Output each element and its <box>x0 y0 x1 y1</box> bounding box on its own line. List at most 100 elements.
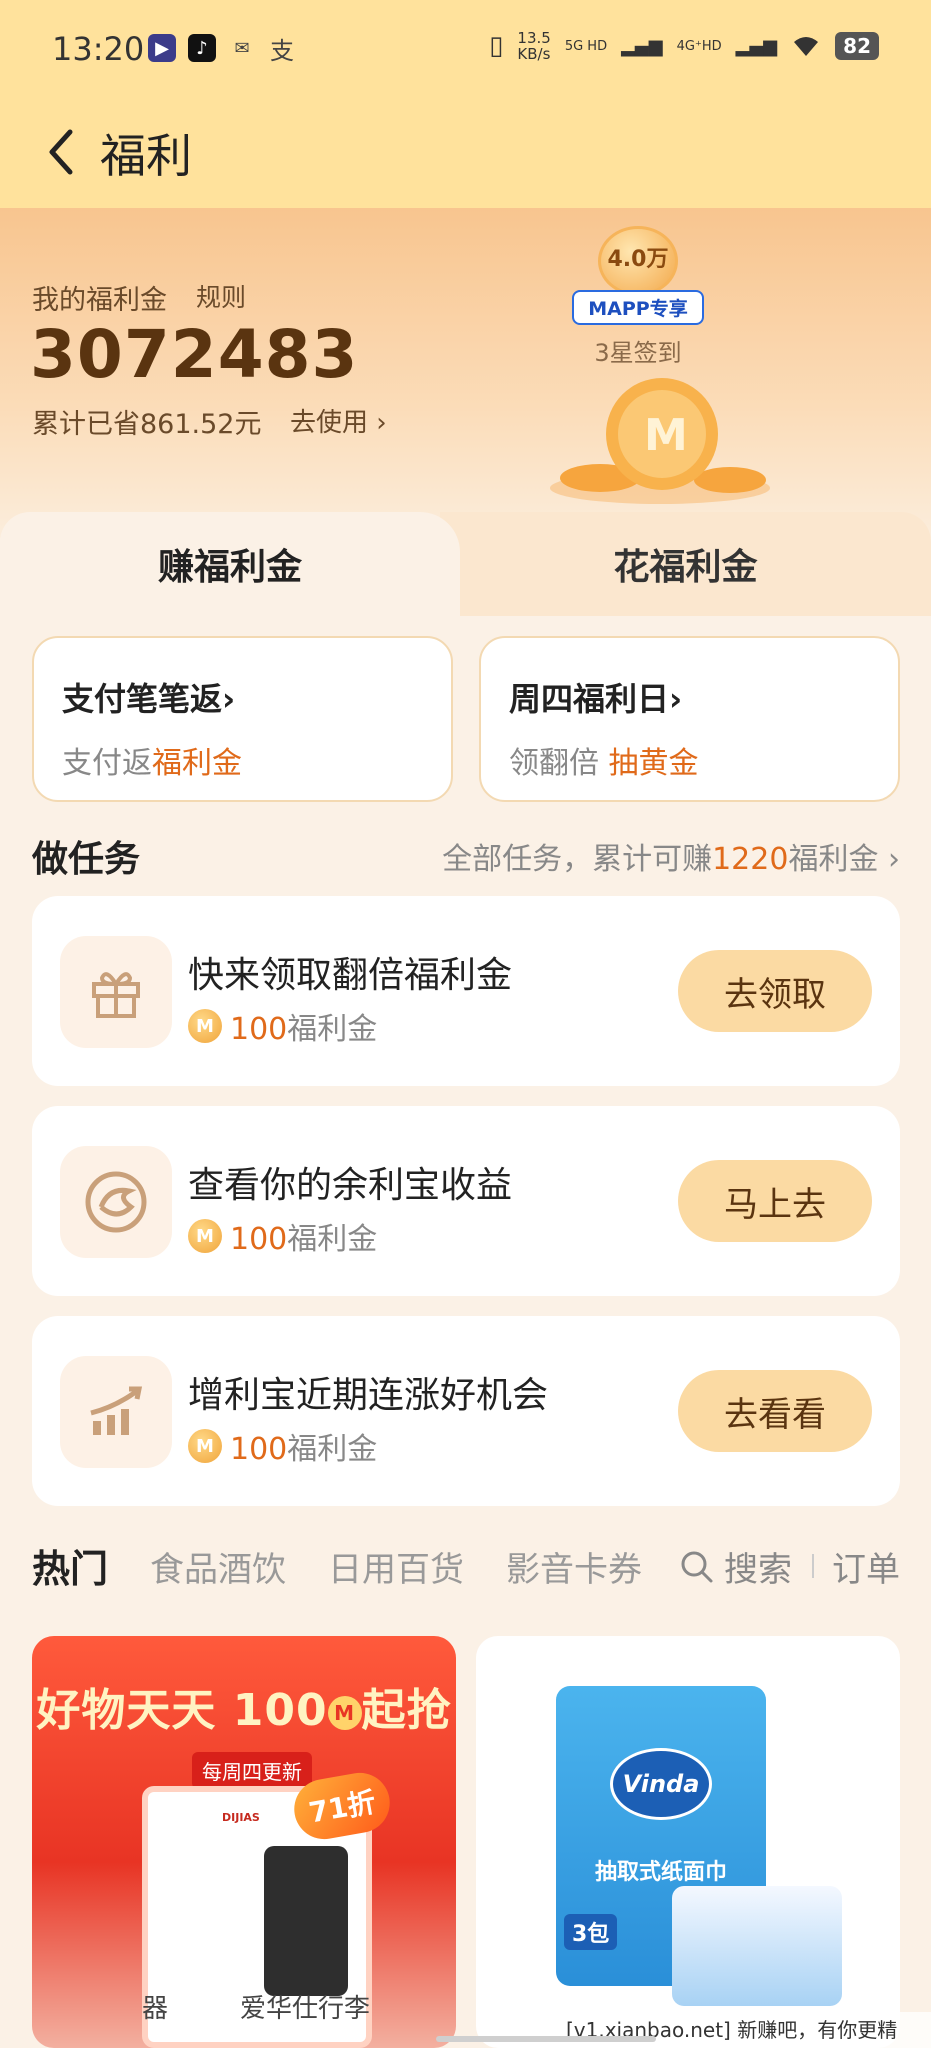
promo-card-title: 周四福利日› <box>509 674 870 720</box>
rule-link[interactable]: 规则 <box>196 278 246 314</box>
status-right: ▯ 13.5 KB/s 5G HD ▂▄▆ 4G⁺HD ▂▄▆ 82 <box>489 30 879 62</box>
task-reward-amount: 100 <box>230 1222 288 1257</box>
welfare-hero: 我的福利金 规则 3072483 累计已省861.52元 去使用 › 4.0万 … <box>0 208 931 538</box>
promo-banner-suffix: 起抢 <box>361 1685 452 1736</box>
tab-earn[interactable]: 赚福利金 <box>0 512 460 616</box>
category-tab-media[interactable]: 影音卡券 <box>506 1542 642 1591</box>
alipay-icon: 支 <box>270 36 294 65</box>
category-tabs: 热门 食品酒饮 日用百货 影音卡券 搜索 订单 <box>0 1522 931 1612</box>
task-reward-text: 100福利金 <box>230 1214 377 1258</box>
task-name: 快来领取翻倍福利金 <box>188 955 513 996</box>
tissue-label: 抽取式纸面巾 <box>594 1860 727 1885</box>
wifi-icon <box>794 37 819 56</box>
category-tab-hot[interactable]: 热门 <box>32 1538 108 1593</box>
notification-icons: ▶ ♪ ✉ 支 <box>148 34 296 65</box>
chevron-right-icon: › <box>222 680 236 718</box>
tab-spend[interactable]: 花福利金 <box>440 512 931 616</box>
task-name: 查看你的余利宝收益 <box>188 1165 513 1206</box>
product-card-promo[interactable]: 好物天天 100 M 起抢 每周四更新 DIJIAS 71折 器 爱华仕行李 <box>32 1636 456 2048</box>
m-logo-icon: M <box>588 298 608 320</box>
promo-card-title-text: 支付笔笔返 <box>62 680 223 718</box>
tasks-header: 做任务 全部任务，累计可赚1220福利金 › <box>32 826 900 882</box>
page-title: 福利 <box>100 129 192 183</box>
weekly-update-tag: 每周四更新 <box>192 1752 312 1789</box>
product-caption-left: 器 <box>142 1994 169 2024</box>
promo-banner-title: 好物天天 100 M 起抢 <box>32 1674 456 1738</box>
m-coin-icon: M <box>327 1696 362 1730</box>
promo-card-title: 支付笔笔返› <box>62 674 423 720</box>
coin-icon: M <box>188 1219 222 1253</box>
task-reward-amount: 100 <box>230 1012 288 1047</box>
media-app-icon: ▶ <box>148 34 176 62</box>
all-tasks-suffix: 福利金 <box>788 842 879 877</box>
welfare-tabs: 花福利金 赚福利金 <box>0 512 931 616</box>
task-reward-unit: 福利金 <box>287 1432 378 1467</box>
brand-logo: DIJIAS <box>222 1811 260 1824</box>
tasks-title: 做任务 <box>32 839 141 880</box>
status-bar: 13:20 ▶ ♪ ✉ 支 ▯ 13.5 KB/s 5G HD ▂▄▆ 4G⁺H… <box>0 0 931 100</box>
signal-5g: 5G HD <box>564 38 608 54</box>
chevron-right-icon: › <box>878 842 900 877</box>
trend-up-icon <box>60 1356 172 1468</box>
promo-card-sub: 支付返福利金 <box>62 738 423 782</box>
task-item: 快来领取翻倍福利金 M 100福利金 去领取 <box>32 896 900 1086</box>
all-tasks-link[interactable]: 全部任务，累计可赚1220福利金 › <box>442 834 900 878</box>
promo-cards: 支付笔笔返› 支付返福利金 周四福利日› 领翻倍 抽黄金 <box>32 636 900 802</box>
pack-count: 3包 <box>564 1914 618 1950</box>
search-icon <box>681 1551 713 1582</box>
task-reward: M 100福利金 <box>188 1424 377 1468</box>
app-exclusive-badge: MAPP专享 <box>572 290 704 325</box>
task-item: 查看你的余利宝收益 M 100福利金 马上去 <box>32 1106 900 1296</box>
tiktok-icon: ♪ <box>188 34 216 62</box>
net-speed-unit: KB/s <box>517 45 551 63</box>
divider <box>812 1554 814 1578</box>
task-reward: M 100福利金 <box>188 1004 377 1048</box>
task-action-button[interactable]: 去领取 <box>678 950 872 1032</box>
promo-card-sub: 领翻倍 抽黄金 <box>509 738 870 782</box>
task-action-button[interactable]: 去看看 <box>678 1370 872 1452</box>
task-reward-unit: 福利金 <box>287 1012 378 1047</box>
product-card-tissue[interactable]: Vinda 抽取式纸面巾 3包 <box>476 1636 900 2048</box>
chevron-right-icon: › <box>368 408 387 438</box>
product-caption: 爱华仕行李 <box>240 1994 371 2024</box>
svg-text:M: M <box>644 410 688 461</box>
coin-icon: M <box>188 1429 222 1463</box>
task-name: 增利宝近期连涨好机会 <box>188 1375 549 1416</box>
nav-bar: 福利 <box>0 100 931 208</box>
promo-card-thursday[interactable]: 周四福利日› 领翻倍 抽黄金 <box>479 636 900 802</box>
use-link[interactable]: 去使用 › <box>290 402 387 439</box>
chevron-right-icon: › <box>669 680 683 718</box>
coins-illustration: M <box>550 378 770 504</box>
all-tasks-prefix: 全部任务，累计可赚 <box>442 842 713 877</box>
use-link-label: 去使用 <box>290 408 369 438</box>
back-arrow-icon[interactable] <box>36 122 96 182</box>
promo-card-sub-prefix: 领翻倍 <box>509 746 609 781</box>
watermark: [v1.xianbao.net] 新赚吧，有你更精彩！ <box>560 2012 931 2048</box>
all-tasks-number: 1220 <box>712 842 789 877</box>
home-indicator <box>436 2036 656 2042</box>
task-action-button[interactable]: 马上去 <box>678 1160 872 1242</box>
wechat-icon: ✉ <box>234 37 250 59</box>
task-item: 增利宝近期连涨好机会 M 100福利金 去看看 <box>32 1316 900 1506</box>
promo-card-pay-rebate[interactable]: 支付笔笔返› 支付返福利金 <box>32 636 453 802</box>
vinda-logo: Vinda <box>610 1748 712 1820</box>
category-tab-food[interactable]: 食品酒饮 <box>150 1542 286 1591</box>
search-label: 搜索 <box>724 1550 792 1590</box>
task-reward-amount: 100 <box>230 1432 288 1467</box>
balance-label: 我的福利金 <box>32 285 167 316</box>
battery-level: 82 <box>835 32 879 60</box>
signin-badge[interactable]: 4.0万 MAPP专享 3星签到 <box>572 226 704 368</box>
category-tab-daily[interactable]: 日用百货 <box>328 1542 464 1591</box>
orders-button[interactable]: 订单 <box>832 1542 900 1591</box>
promo-card-title-text: 周四福利日 <box>509 680 670 718</box>
net-speed: 13.5 KB/s <box>517 30 550 62</box>
saved-amount: 累计已省861.52元 <box>32 409 262 440</box>
tissue-box-image <box>672 1886 842 2006</box>
search-button[interactable]: 搜索 <box>680 1542 792 1591</box>
task-reward-unit: 福利金 <box>287 1222 378 1257</box>
status-time: 13:20 <box>52 30 145 68</box>
task-reward-text: 100福利金 <box>230 1004 377 1048</box>
signal-icon: ▂▄▆ <box>735 35 778 57</box>
coin-icon: M <box>188 1009 222 1043</box>
net-speed-value: 13.5 <box>517 29 551 47</box>
